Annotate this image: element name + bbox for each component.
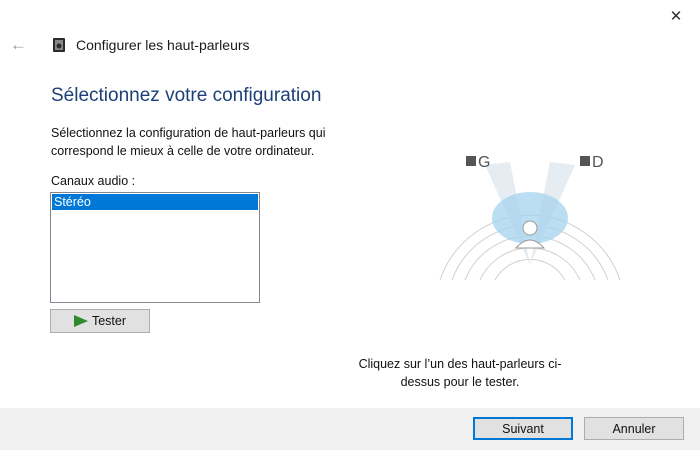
channel-item-stereo[interactable]: Stéréo — [52, 194, 258, 210]
close-button[interactable]: ✕ — [665, 6, 687, 26]
speaker-setup-window: ✕ ← Configurer les haut-parleurs Sélecti… — [0, 0, 700, 450]
left-speaker-icon — [466, 156, 476, 166]
right-speaker-label: D — [592, 154, 604, 171]
test-button-label: Tester — [91, 314, 127, 328]
listener-zone — [492, 192, 568, 244]
description-text: Sélectionnez la configuration de haut-pa… — [51, 126, 326, 158]
test-button[interactable]: Tester — [50, 309, 150, 333]
close-icon: ✕ — [669, 8, 683, 25]
next-button[interactable]: Suivant — [473, 417, 573, 440]
left-speaker[interactable]: G — [466, 154, 490, 171]
audio-channels-label: Canaux audio : — [51, 174, 136, 188]
play-icon — [73, 315, 88, 327]
right-speaker-icon — [580, 156, 590, 166]
audio-channels-list[interactable]: Stéréo — [50, 192, 260, 303]
cancel-button[interactable]: Annuler — [584, 417, 684, 440]
window-title: Configurer les haut-parleurs — [76, 37, 250, 53]
instruction-hint: Cliquez sur l’un des haut-parleurs ci-de… — [358, 357, 562, 389]
page-heading: Sélectionnez votre configuration — [51, 85, 322, 106]
right-speaker[interactable]: D — [580, 154, 604, 171]
back-button[interactable]: ← — [10, 35, 32, 55]
left-speaker-label: G — [478, 154, 490, 171]
back-arrow-icon: ← — [10, 35, 27, 54]
speaker-icon — [53, 38, 65, 52]
speaker-diagram: G D — [439, 154, 621, 281]
